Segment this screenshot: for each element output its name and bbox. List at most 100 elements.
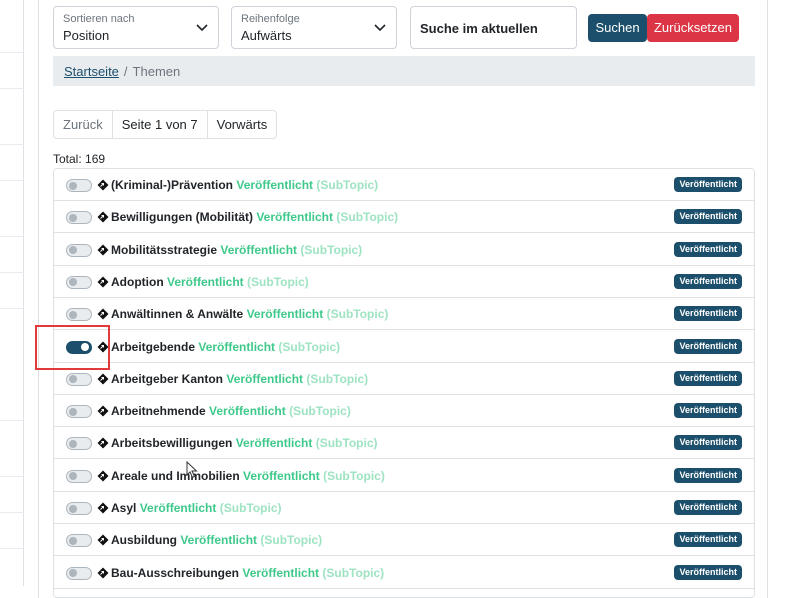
status-badge: Veröffentlicht xyxy=(674,500,742,515)
drag-handle-icon[interactable] xyxy=(97,502,109,514)
sort-caption: Sortieren nach xyxy=(63,13,135,25)
publish-toggle[interactable] xyxy=(66,437,92,451)
sidebar-divider xyxy=(0,52,24,53)
sidebar-divider xyxy=(0,236,24,237)
publish-toggle[interactable] xyxy=(66,502,92,515)
toggle-knob xyxy=(69,278,77,287)
publish-toggle[interactable] xyxy=(66,211,92,225)
publish-toggle[interactable] xyxy=(66,275,92,289)
publish-toggle[interactable] xyxy=(66,469,92,483)
sidebar-divider xyxy=(0,308,24,309)
topic-title[interactable]: Areale und Immobilien Veröffentlicht (Su… xyxy=(111,469,385,483)
topic-title[interactable]: Arbeitsbewilligungen Veröffentlicht (Sub… xyxy=(111,436,377,450)
topic-type: (SubTopic) xyxy=(306,371,369,386)
sidebar-divider xyxy=(0,272,24,273)
drag-handle-icon[interactable] xyxy=(97,405,109,417)
topic-name: Adoption xyxy=(111,274,164,289)
sort-value: Position xyxy=(63,28,110,43)
status-badge: Veröffentlicht xyxy=(674,370,742,386)
topic-status: Veröffentlicht xyxy=(167,274,244,289)
topic-type: (SubTopic) xyxy=(247,274,309,289)
drag-handle-icon[interactable] xyxy=(97,437,109,449)
drag-handle-icon[interactable] xyxy=(97,276,109,288)
status-badge: Veröffentlicht xyxy=(674,467,742,483)
order-select[interactable]: Reihenfolge Aufwärts xyxy=(231,6,397,49)
sidebar-divider xyxy=(0,476,24,477)
publish-toggle[interactable] xyxy=(66,372,92,386)
publish-toggle[interactable] xyxy=(66,308,92,322)
toggle-knob xyxy=(69,375,77,384)
pagination: Zurück Seite 1 von 7 Vorwärts xyxy=(53,110,278,139)
topic-title[interactable]: Adoption Veröffentlicht (SubTopic) xyxy=(111,275,309,289)
publish-toggle[interactable] xyxy=(66,179,92,192)
topic-row: Bewilligungen (Mobilität) Veröffentlicht… xyxy=(54,201,754,234)
pager-prev-button[interactable]: Zurück xyxy=(54,111,113,138)
toggle-knob xyxy=(69,407,77,416)
status-badge: Veröffentlicht xyxy=(674,273,742,289)
topic-list: (Kriminal-)Prävention Veröffentlicht (Su… xyxy=(53,168,755,598)
topic-title[interactable]: Arbeitgeber Kanton Veröffentlicht (SubTo… xyxy=(111,372,368,386)
drag-handle-icon[interactable] xyxy=(97,244,109,256)
topic-row: (Kriminal-)Prävention Veröffentlicht (Su… xyxy=(54,169,754,201)
toggle-knob xyxy=(69,472,77,481)
topic-status: Veröffentlicht xyxy=(235,436,313,451)
drag-handle-icon[interactable] xyxy=(97,211,109,223)
topic-type: (SubTopic) xyxy=(336,210,399,225)
topic-title[interactable]: Bau-Ausschreibungen Veröffentlicht (SubT… xyxy=(111,566,384,580)
search-button[interactable]: Suchen xyxy=(588,14,647,42)
topic-title[interactable]: (Kriminal-)Prävention Veröffentlicht (Su… xyxy=(111,178,378,192)
topic-type: (SubTopic) xyxy=(326,307,389,322)
drag-handle-icon[interactable] xyxy=(97,567,109,579)
topic-type: (SubTopic) xyxy=(219,501,282,515)
pager-next-button[interactable]: Vorwärts xyxy=(208,111,277,138)
toggle-knob xyxy=(69,536,77,545)
toggle-knob xyxy=(69,181,77,190)
drag-handle-icon[interactable] xyxy=(97,373,109,385)
topic-name: Arbeitgeber Kanton xyxy=(111,371,224,386)
topic-title[interactable]: Anwältinnen & Anwälte Veröffentlicht (Su… xyxy=(111,307,388,321)
toggle-knob xyxy=(69,504,77,513)
drag-handle-icon[interactable] xyxy=(97,470,109,482)
topic-title[interactable]: Arbeitnehmende Veröffentlicht (SubTopic) xyxy=(111,404,351,418)
topic-title[interactable]: Mobilitätsstrategie Veröffentlicht (SubT… xyxy=(111,243,362,257)
status-badge: Veröffentlicht xyxy=(674,435,742,451)
publish-toggle[interactable] xyxy=(66,566,92,580)
topic-type: (SubTopic) xyxy=(278,339,341,354)
topic-title[interactable]: Bewilligungen (Mobilität) Veröffentlicht… xyxy=(111,210,398,224)
topic-title[interactable]: Asyl Veröffentlicht (SubTopic) xyxy=(111,501,282,515)
status-badge: Veröffentlicht xyxy=(674,403,742,419)
sort-select[interactable]: Sortieren nach Position xyxy=(53,6,219,49)
publish-toggle[interactable] xyxy=(66,243,92,257)
topic-row: Adoption Veröffentlicht (SubTopic) Veröff… xyxy=(54,266,754,298)
topic-title[interactable]: Arbeitgebende Veröffentlicht (SubTopic) xyxy=(111,340,340,354)
drag-handle-icon[interactable] xyxy=(97,534,109,546)
topic-status: Veröffentlicht xyxy=(198,339,276,354)
reset-button[interactable]: Zurücksetzen xyxy=(647,14,739,42)
topic-name: Bewilligungen (Mobilität) xyxy=(111,210,253,225)
topic-status: Veröffentlicht xyxy=(236,178,314,192)
toggle-knob xyxy=(69,439,77,448)
toggle-knob xyxy=(69,213,77,222)
breadcrumb-current: Themen xyxy=(132,64,181,79)
sidebar-divider xyxy=(0,180,24,181)
topic-type: (SubTopic) xyxy=(316,178,379,192)
topic-row: Arbeitgebende Veröffentlicht (SubTopic) V… xyxy=(54,331,754,363)
mouse-cursor-icon xyxy=(186,461,198,479)
topic-type: (SubTopic) xyxy=(322,565,385,580)
topic-status: Veröffentlicht xyxy=(256,210,334,225)
drag-handle-icon[interactable] xyxy=(97,179,109,191)
publish-toggle[interactable] xyxy=(66,405,92,419)
topic-type: (SubTopic) xyxy=(260,533,323,548)
sidebar-divider xyxy=(0,548,24,549)
breadcrumb-home-link[interactable]: Startseite xyxy=(64,64,119,79)
left-sidebar xyxy=(0,0,24,586)
topic-title[interactable]: Ausbildung Veröffentlicht (SubTopic) xyxy=(111,533,322,547)
topic-type: (SubTopic) xyxy=(323,468,385,483)
topic-name: Mobilitätsstrategie xyxy=(111,242,218,257)
status-badge: Veröffentlicht xyxy=(674,177,742,192)
toggle-knob xyxy=(69,246,77,255)
search-input[interactable]: Suche im aktuellen xyxy=(410,6,577,49)
publish-toggle[interactable] xyxy=(66,534,92,548)
drag-handle-icon[interactable] xyxy=(97,308,109,320)
chevron-down-icon xyxy=(374,24,386,32)
